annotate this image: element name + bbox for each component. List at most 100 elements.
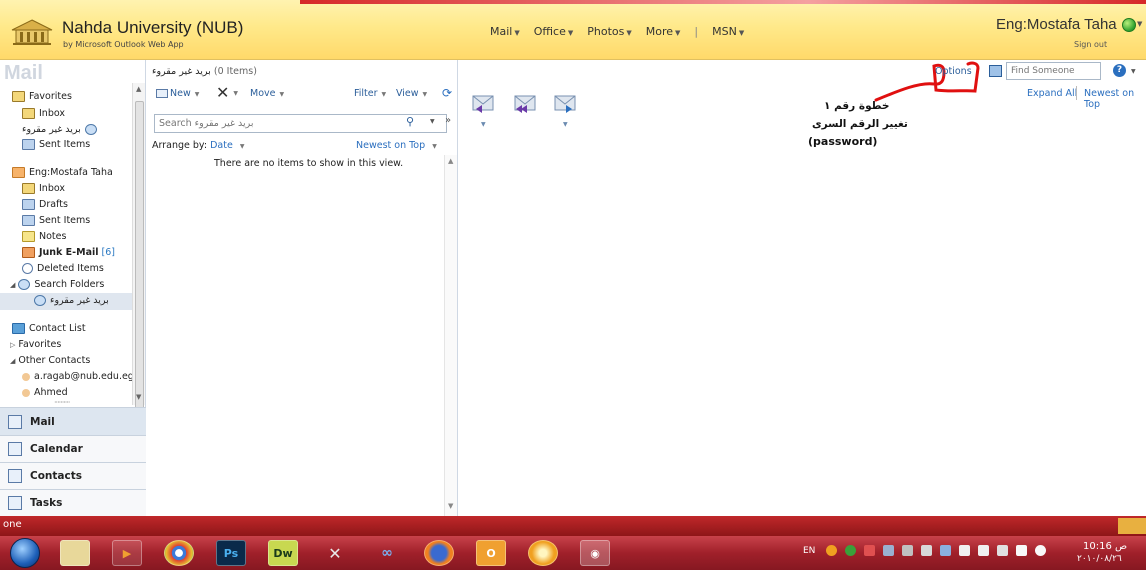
help-icon[interactable]: ? — [1113, 64, 1126, 77]
refresh-icon[interactable]: ⟳ — [442, 86, 452, 100]
search-box[interactable] — [154, 114, 447, 133]
tray-power-icon[interactable] — [997, 545, 1008, 556]
arrange-value[interactable]: Date — [210, 140, 233, 151]
fav-item-sent-items[interactable]: Sent Items — [22, 139, 90, 150]
language-indicator[interactable]: EN — [803, 546, 815, 556]
chevron-down-icon: ▼ — [422, 91, 428, 98]
tray-sync-icon[interactable] — [845, 545, 856, 556]
folder-notes[interactable]: Notes — [22, 231, 66, 242]
tray-app-icon[interactable] — [826, 545, 837, 556]
tray-antivirus-icon[interactable] — [864, 545, 875, 556]
chat-icon[interactable]: ◉ — [580, 540, 610, 566]
folder-junk-email[interactable]: Junk E-Mail [6] — [22, 247, 115, 258]
folder-sent-items[interactable]: Sent Items — [22, 215, 90, 226]
mailbox-root[interactable]: Eng:Mostafa Taha — [12, 167, 113, 178]
other-contacts[interactable]: ◢ Other Contacts — [10, 355, 90, 366]
collapse-triangle-icon[interactable]: ▷ — [10, 341, 15, 349]
contact-item[interactable]: a.ragab@nub.edu.eg — [22, 371, 134, 382]
clock-date[interactable]: ٢٠١٠/٠٨/٢٦ — [1077, 554, 1122, 564]
expand-search-icon[interactable]: » — [445, 115, 451, 126]
nav-button-tasks[interactable]: Tasks — [0, 489, 146, 516]
outlook-icon[interactable]: O — [476, 540, 506, 566]
options-button[interactable]: Options — [935, 66, 972, 77]
clock-time[interactable]: 10:16 ص — [1083, 541, 1127, 552]
delete-button[interactable]: ✕ ▼ — [216, 83, 238, 102]
search-input[interactable] — [155, 115, 395, 132]
scrollbar-thumb[interactable] — [135, 101, 144, 413]
contact-list-header[interactable]: Contact List — [12, 323, 86, 334]
start-button[interactable] — [10, 538, 40, 568]
explorer-icon[interactable] — [60, 540, 90, 566]
tray-signal-icon[interactable] — [1016, 545, 1027, 556]
contact-item[interactable]: Ahmed — [22, 387, 68, 398]
nav-button-calendar[interactable]: Calendar — [0, 435, 146, 462]
nav-msn[interactable]: MSN ▼ — [712, 25, 744, 38]
expand-triangle-icon[interactable]: ◢ — [10, 357, 15, 365]
messenger-icon[interactable]: ∞ — [372, 540, 402, 566]
scroll-up-icon[interactable]: ▲ — [448, 157, 453, 165]
nav-button-mail[interactable]: Mail — [0, 407, 146, 435]
chevron-down-icon[interactable]: ▼ — [1131, 68, 1136, 75]
chevron-down-icon[interactable]: ▼ — [1137, 20, 1142, 28]
find-someone-input[interactable] — [1007, 63, 1100, 79]
presence-status-icon[interactable] — [1122, 18, 1136, 32]
nav-button-contacts[interactable]: Contacts — [0, 462, 146, 489]
fav-item-inbox[interactable]: Inbox — [22, 108, 65, 119]
chevron-down-icon[interactable]: ▼ — [233, 90, 238, 97]
firefox-icon[interactable] — [424, 540, 454, 566]
chevron-down-icon[interactable]: ▼ — [563, 121, 568, 128]
tray-display-icon[interactable] — [940, 545, 951, 556]
opera-icon[interactable] — [528, 540, 558, 566]
newest-on-top-link[interactable]: Newest on Top — [1084, 88, 1146, 110]
chrome-icon[interactable] — [164, 540, 194, 566]
arrange-by[interactable]: Arrange by: Date ▼ — [152, 140, 244, 151]
tools-icon[interactable]: ✕ — [320, 540, 350, 566]
sort-order[interactable]: Newest on Top ▼ — [356, 140, 437, 151]
list-scrollbar[interactable]: ▲ ▼ — [444, 155, 457, 516]
scroll-up-icon[interactable]: ▲ — [136, 85, 141, 93]
folder-inbox[interactable]: Inbox — [22, 183, 65, 194]
contacts-favorites[interactable]: ▷ Favorites — [10, 339, 61, 350]
filter-button[interactable]: Filter ▼ — [354, 88, 386, 99]
media-player-icon[interactable]: ▶ — [112, 540, 142, 566]
view-button[interactable]: View ▼ — [396, 88, 427, 99]
chevron-down-icon[interactable]: ▼ — [481, 121, 486, 128]
reply-all-icon[interactable] — [512, 88, 538, 114]
nav-mail[interactable]: Mail ▼ — [490, 25, 520, 38]
search-icon[interactable]: ⚲ — [406, 115, 414, 128]
top-nav: Mail ▼ Office ▼ Photos ▼ More ▼ | MSN ▼ — [490, 25, 758, 38]
nav-photos[interactable]: Photos ▼ — [587, 25, 632, 38]
scroll-down-icon[interactable]: ▼ — [448, 502, 453, 510]
folder-search-folders[interactable]: ◢ Search Folders — [10, 279, 104, 290]
folder-unread-mail[interactable]: بريد غير مقروء — [34, 295, 109, 306]
sign-out-link[interactable]: Sign out — [1074, 40, 1107, 49]
nav-office[interactable]: Office ▼ — [534, 25, 574, 38]
expand-all-link[interactable]: Expand All — [1027, 88, 1077, 99]
new-button[interactable]: New ▼ — [156, 88, 199, 99]
favorites-header[interactable]: Favorites — [12, 91, 72, 102]
photoshop-icon[interactable]: Ps — [216, 540, 246, 566]
chevron-down-icon[interactable]: ▼ — [195, 91, 200, 98]
tray-monitor-icon[interactable] — [883, 545, 894, 556]
chevron-down-icon[interactable]: ▼ — [430, 118, 435, 125]
chevron-down-icon[interactable]: ▼ — [240, 143, 245, 150]
reply-icon[interactable] — [470, 88, 496, 114]
expand-triangle-icon[interactable]: ◢ — [10, 281, 15, 289]
address-book-icon[interactable] — [989, 65, 1002, 77]
tray-network-icon[interactable] — [902, 545, 913, 556]
folder-deleted-items[interactable]: Deleted Items — [22, 263, 104, 274]
forward-icon[interactable] — [552, 88, 578, 114]
folder-drafts[interactable]: Drafts — [22, 199, 68, 210]
tray-device-icon[interactable] — [921, 545, 932, 556]
move-button[interactable]: Move ▼ — [250, 88, 284, 99]
user-name[interactable]: Eng:Mostafa Taha — [996, 16, 1117, 33]
fav-item-unread-mail[interactable]: بريد غير مقروء — [22, 124, 97, 135]
nav-scrollbar[interactable]: ▲ ▼ — [132, 83, 145, 413]
dreamweaver-icon[interactable]: Dw — [268, 540, 298, 566]
tray-bluetooth-icon[interactable] — [959, 545, 970, 556]
tray-volume-icon[interactable] — [1035, 545, 1046, 556]
find-someone-box[interactable] — [1006, 62, 1101, 80]
tray-flag-icon[interactable] — [978, 545, 989, 556]
scroll-down-icon[interactable]: ▼ — [136, 393, 141, 401]
nav-more[interactable]: More ▼ — [646, 25, 681, 38]
